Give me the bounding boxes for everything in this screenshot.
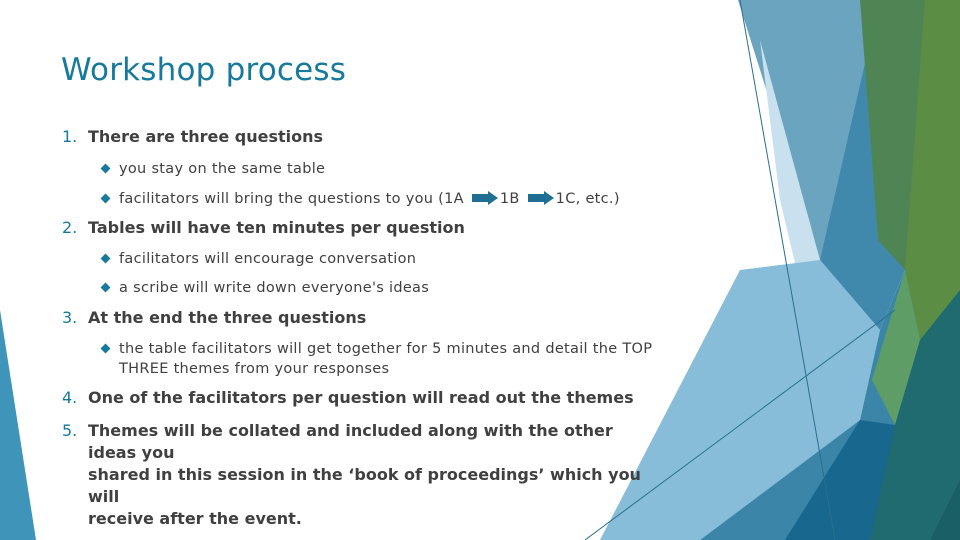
text-line: Themes will be collated and included alo… bbox=[88, 421, 613, 462]
diamond-bullet-icon bbox=[101, 254, 110, 263]
sub-bullet-text: facilitators will bring the questions to… bbox=[119, 189, 620, 209]
text-line: THREE themes from your responses bbox=[119, 361, 390, 377]
item-text: Tables will have ten minutes per questio… bbox=[88, 218, 465, 237]
sub-bullet-text: you stay on the same table bbox=[119, 161, 326, 177]
item-text: Themes will be collated and included alo… bbox=[88, 420, 648, 530]
sub-bullet-text: the table facilitators will get together… bbox=[119, 339, 652, 379]
diamond-bullet-icon bbox=[101, 344, 110, 353]
item-number: 3. bbox=[62, 308, 78, 327]
sub-bullet-text: facilitators will encourage conversation bbox=[119, 251, 417, 267]
item-text: There are three questions bbox=[88, 127, 324, 146]
right-arrow-icon bbox=[527, 191, 554, 205]
item-number: 5. bbox=[62, 421, 78, 440]
slide-title: Workshop process bbox=[61, 52, 347, 88]
numbered-item-4: 4. One of the facilitators per question … bbox=[62, 387, 634, 409]
text-part: 1B bbox=[499, 191, 520, 207]
item-text: At the end the three questions bbox=[88, 308, 367, 327]
item-number: 1. bbox=[62, 127, 78, 146]
numbered-item-3: 3. At the end the three questions bbox=[62, 307, 366, 329]
numbered-item-5: 5. Themes will be collated and included … bbox=[62, 420, 641, 528]
text-line: the table facilitators will get together… bbox=[119, 341, 653, 357]
slide: Workshop process 1. There are three ques… bbox=[0, 0, 960, 540]
text-part: 1C, etc.) bbox=[555, 191, 620, 207]
diamond-bullet-icon bbox=[101, 194, 110, 203]
numbered-item-2: 2. Tables will have ten minutes per ques… bbox=[62, 217, 465, 239]
item-text: One of the facilitators per question wil… bbox=[88, 388, 634, 407]
text-line: shared in this session in the ‘book of p… bbox=[88, 465, 641, 506]
numbered-item-1: 1. There are three questions bbox=[62, 126, 323, 148]
left-triangle-shape bbox=[0, 310, 36, 540]
sub-bullet-text: a scribe will write down everyone's idea… bbox=[119, 280, 430, 296]
diamond-bullet-icon bbox=[101, 283, 110, 292]
text-line: receive after the event. bbox=[88, 509, 302, 528]
item-number: 4. bbox=[62, 388, 78, 407]
text-part: facilitators will bring the questions to… bbox=[119, 191, 464, 207]
right-arrow-icon bbox=[471, 191, 498, 205]
diamond-bullet-icon bbox=[101, 164, 110, 173]
item-number: 2. bbox=[62, 218, 78, 237]
